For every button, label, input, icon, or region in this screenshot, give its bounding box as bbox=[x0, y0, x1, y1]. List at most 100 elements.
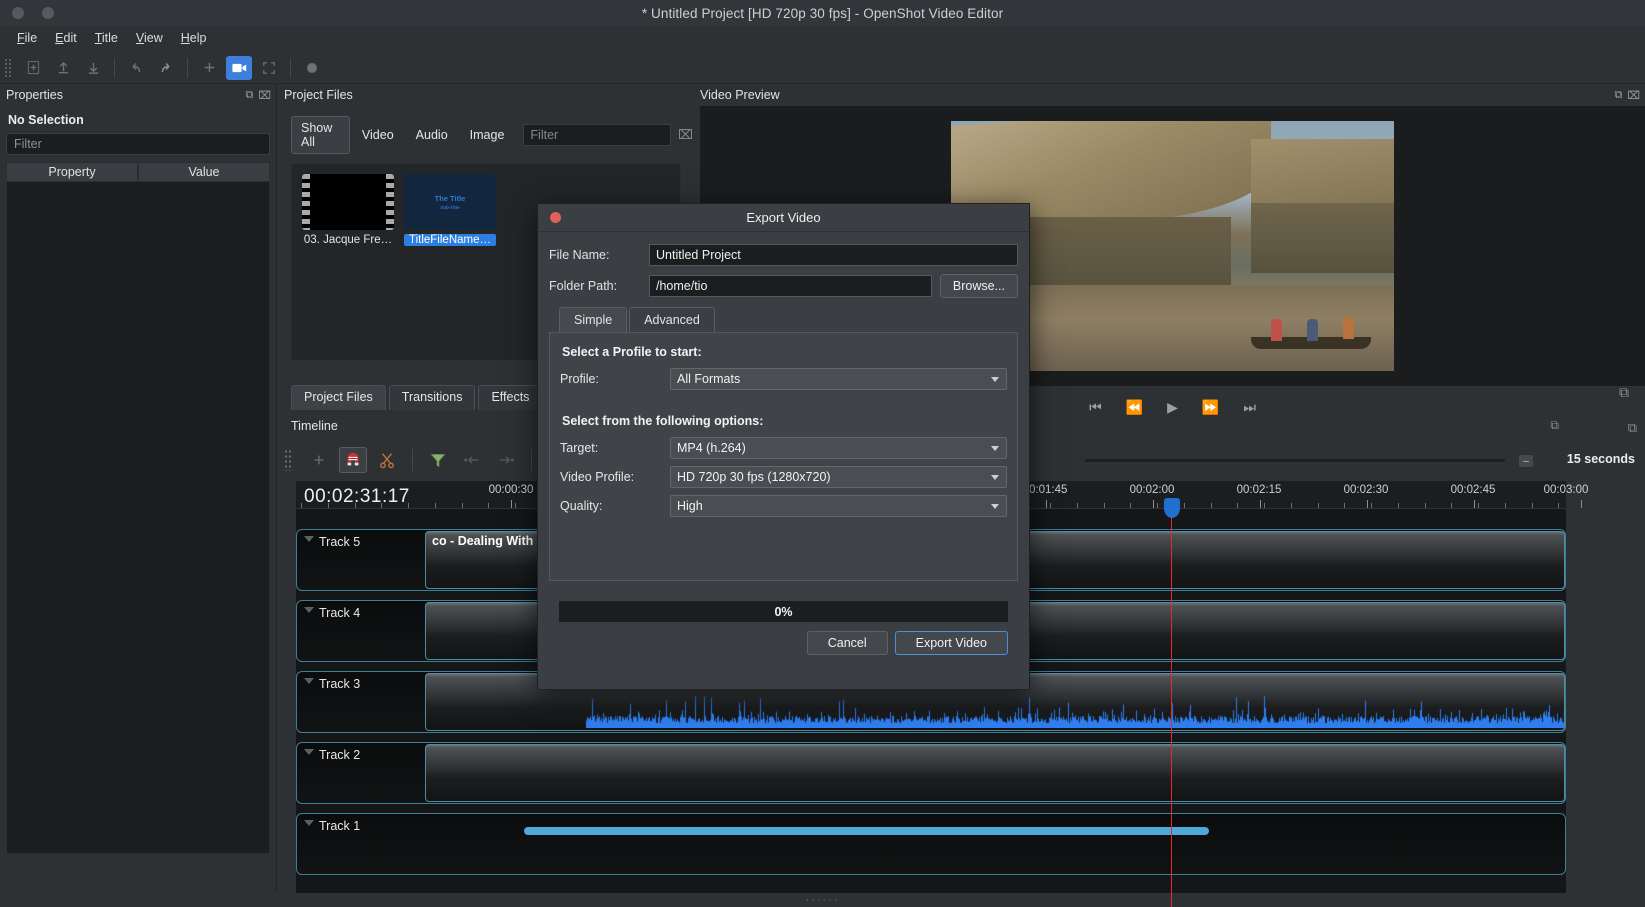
project-files-search-input[interactable]: Filter bbox=[523, 124, 672, 146]
export-video-button[interactable]: Export Video bbox=[894, 631, 1008, 655]
undo-icon[interactable] bbox=[123, 56, 149, 80]
track-row[interactable]: Track 1 bbox=[296, 813, 1566, 875]
toolbar-grip[interactable] bbox=[4, 57, 12, 78]
tab-simple[interactable]: Simple bbox=[559, 307, 628, 332]
play-button[interactable]: ▶ bbox=[1167, 399, 1178, 416]
title-thumbnail[interactable]: The Title Sub-Title bbox=[404, 174, 496, 230]
chevron-down-icon[interactable] bbox=[304, 536, 314, 542]
profile-section-heading: Select a Profile to start: bbox=[562, 345, 702, 359]
person-figure bbox=[1271, 319, 1282, 341]
tab-project-files[interactable]: Project Files bbox=[291, 385, 386, 410]
export-video-dialog[interactable]: Export Video File Name: Untitled Project… bbox=[537, 203, 1030, 690]
float-preview-icon[interactable]: ⧉ bbox=[1614, 89, 1622, 102]
profile-label: Profile: bbox=[560, 372, 599, 386]
chevron-down-icon[interactable] bbox=[304, 607, 314, 613]
menu-file[interactable]: File bbox=[8, 29, 46, 47]
filter-funnel-icon[interactable] bbox=[424, 447, 452, 473]
fullscreen-icon[interactable] bbox=[256, 56, 282, 80]
profile-select[interactable]: All Formats bbox=[670, 368, 1007, 390]
export-icon[interactable] bbox=[299, 56, 325, 80]
hut-body-secondary bbox=[1251, 203, 1394, 273]
tab-transitions[interactable]: Transitions bbox=[388, 385, 476, 410]
quality-select[interactable]: High bbox=[670, 495, 1007, 517]
razor-scissors-icon[interactable] bbox=[373, 447, 401, 473]
statusbar: ······ bbox=[0, 893, 1645, 907]
list-item[interactable]: The Title Sub-Title TitleFileName… bbox=[404, 174, 496, 350]
list-item-label: 03. Jacque Fre… bbox=[303, 234, 393, 246]
timeline-zoom-slider[interactable] bbox=[1085, 459, 1505, 462]
menu-edit[interactable]: Edit bbox=[46, 29, 86, 47]
snapping-magnet-icon[interactable] bbox=[339, 447, 367, 473]
window-title: * Untitled Project [HD 720p 30 fps] - Op… bbox=[641, 5, 1004, 21]
track-label: Track 3 bbox=[319, 677, 361, 691]
project-files-panel-header: Project Files bbox=[278, 84, 693, 106]
video-preview-title: Video Preview bbox=[700, 88, 780, 102]
open-project-icon[interactable] bbox=[50, 56, 76, 80]
playhead-handle[interactable] bbox=[1164, 498, 1180, 518]
close-preview-icon[interactable]: ⌧ bbox=[1627, 89, 1640, 102]
video-thumbnail[interactable] bbox=[302, 174, 394, 230]
cancel-button[interactable]: Cancel bbox=[806, 631, 888, 655]
save-project-icon[interactable] bbox=[80, 56, 106, 80]
center-playhead-left-icon[interactable] bbox=[458, 447, 486, 473]
profile-icon[interactable] bbox=[226, 55, 252, 80]
float-panel-icon[interactable]: ⧉ bbox=[245, 89, 253, 102]
simple-tab-pane: Select a Profile to start: Profile: All … bbox=[549, 332, 1018, 581]
chevron-down-icon[interactable] bbox=[304, 678, 314, 684]
film-strip-icon bbox=[386, 174, 394, 230]
menu-view[interactable]: View bbox=[127, 29, 172, 47]
main-toolbar bbox=[0, 52, 1645, 84]
filter-audio-button[interactable]: Audio bbox=[406, 123, 458, 147]
add-track-icon[interactable] bbox=[305, 447, 333, 473]
tab-effects[interactable]: Effects bbox=[478, 385, 543, 410]
video-profile-select[interactable]: HD 720p 30 fps (1280x720) bbox=[670, 466, 1007, 488]
video-profile-label: Video Profile: bbox=[560, 470, 635, 484]
quality-row: Quality: High bbox=[560, 495, 1007, 517]
hut-roof-secondary bbox=[1251, 139, 1394, 209]
redo-icon[interactable] bbox=[153, 56, 179, 80]
timeline-clip[interactable] bbox=[425, 744, 1565, 802]
folder-path-input[interactable]: /home/tio bbox=[649, 275, 932, 297]
dialog-titlebar: Export Video bbox=[538, 204, 1029, 232]
browse-button[interactable]: Browse... bbox=[939, 274, 1018, 298]
new-project-icon[interactable] bbox=[20, 56, 46, 80]
add-files-icon[interactable] bbox=[196, 56, 222, 80]
tab-advanced[interactable]: Advanced bbox=[629, 307, 715, 332]
target-select[interactable]: MP4 (h.264) bbox=[670, 437, 1007, 459]
zoom-out-button[interactable]: – bbox=[1519, 455, 1533, 467]
jump-end-button[interactable]: ⏭ bbox=[1243, 399, 1256, 416]
menu-title[interactable]: Title bbox=[86, 29, 127, 47]
properties-panel: Properties ⧉ ⌧ No Selection Filter Prope… bbox=[0, 84, 277, 907]
timeline-toolbar-grip[interactable] bbox=[284, 449, 292, 471]
properties-filter-input[interactable]: Filter bbox=[6, 133, 270, 155]
list-item-label: TitleFileName… bbox=[404, 234, 496, 246]
list-item[interactable]: 03. Jacque Fre… bbox=[302, 174, 394, 350]
filter-image-button[interactable]: Image bbox=[460, 123, 515, 147]
properties-column-value: Value bbox=[138, 162, 270, 182]
file-name-input[interactable]: Untitled Project bbox=[649, 244, 1018, 266]
menu-help[interactable]: Help bbox=[172, 29, 216, 47]
clear-filter-icon[interactable]: ⌧ bbox=[678, 127, 693, 143]
preview-expand-icon[interactable]: ⧉ bbox=[1619, 384, 1629, 401]
chevron-down-icon bbox=[991, 446, 999, 451]
statusbar-grip[interactable]: ······ bbox=[806, 894, 840, 906]
target-row: Target: MP4 (h.264) bbox=[560, 437, 1007, 459]
playhead-line[interactable] bbox=[1171, 509, 1172, 907]
quality-select-value: High bbox=[677, 499, 703, 513]
center-playhead-right-icon[interactable] bbox=[492, 447, 520, 473]
chevron-down-icon[interactable] bbox=[304, 749, 314, 755]
fast-forward-button[interactable]: ⏩ bbox=[1202, 399, 1219, 416]
track-row[interactable]: Track 2 bbox=[296, 742, 1566, 804]
properties-panel-header: Properties ⧉ ⌧ bbox=[0, 84, 276, 106]
timeline-horizontal-scrollbar[interactable] bbox=[524, 827, 1209, 835]
jump-start-button[interactable]: ⏮ bbox=[1089, 399, 1102, 416]
filter-video-button[interactable]: Video bbox=[352, 123, 404, 147]
timeline-expand-icon[interactable]: ⧉ bbox=[1550, 418, 1559, 433]
filter-show-all-button[interactable]: Show All bbox=[291, 116, 350, 154]
properties-table-body[interactable] bbox=[6, 182, 270, 854]
properties-table-header: Property Value bbox=[6, 162, 270, 182]
close-panel-icon[interactable]: ⌧ bbox=[258, 89, 271, 102]
chevron-down-icon[interactable] bbox=[304, 820, 314, 826]
rewind-button[interactable]: ⏪ bbox=[1126, 399, 1143, 416]
properties-selection-text: No Selection bbox=[8, 113, 84, 127]
